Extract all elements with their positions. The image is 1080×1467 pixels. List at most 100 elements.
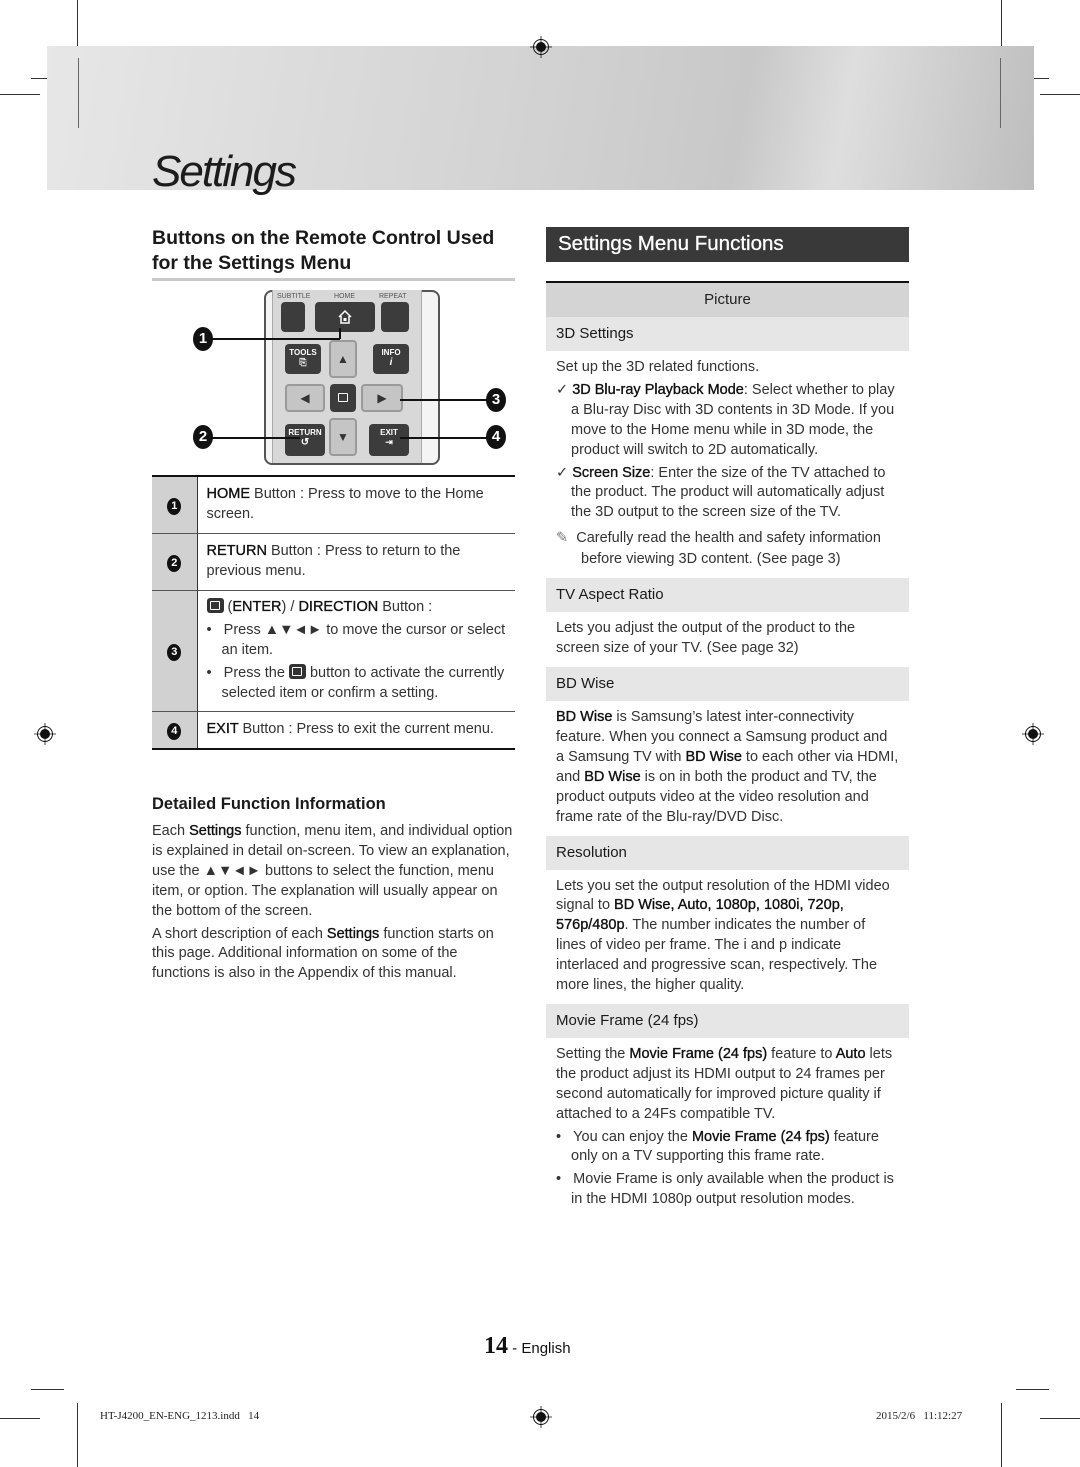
repeat-button[interactable] (381, 302, 409, 332)
bold-text: Screen Size (572, 464, 651, 481)
bullet-item: • Movie Frame is only available when the… (556, 1171, 894, 1208)
left-button[interactable]: ◀ (285, 384, 325, 412)
down-button[interactable]: ▼ (329, 418, 357, 456)
detail-heading: Detailed Function Information (152, 795, 386, 813)
enter-icon (335, 390, 352, 405)
crop-mark (31, 1389, 64, 1390)
bullet-item: • Press ▲▼◄► to move the cursor or selec… (206, 622, 506, 658)
check-icon: ✓ (556, 464, 573, 481)
crop-mark (1040, 1418, 1080, 1419)
info-icon: i (389, 357, 393, 368)
section-header-resolution: Resolution (546, 835, 909, 870)
check-item: ✓ Screen Size: Enter the size of the TV … (556, 464, 899, 524)
return-label: RETURN (288, 428, 322, 437)
check-item: ✓ 3D Blu-ray Playback Mode: Select wheth… (556, 381, 899, 461)
paragraph: A short description of each Settings fun… (152, 925, 515, 985)
section-header-movie-frame: Movie Frame (24 fps) (546, 1003, 909, 1038)
crop-mark (1000, 58, 1001, 128)
intro-text: Set up the 3D related functions. (556, 359, 760, 375)
page-language: English (521, 1340, 571, 1357)
home-label: HOME (334, 293, 355, 300)
enter-icon (288, 664, 306, 679)
number-badge: 4 (167, 723, 182, 740)
bullet-item: • Press the button to activate the curre… (206, 664, 505, 701)
bullet-text: Press ▲▼◄► to move the cursor or select … (221, 622, 506, 658)
heading-rule (152, 278, 515, 281)
return-button[interactable]: RETURN ↺ (285, 424, 325, 456)
table-row: 4 EXIT Button : Press to exit the curren… (152, 711, 515, 749)
enter-button[interactable] (330, 384, 356, 412)
text: feature to (767, 1045, 836, 1062)
subtitle-button[interactable] (281, 302, 305, 332)
registration-mark-icon (530, 1406, 552, 1428)
section-header-bd-wise: BD Wise (546, 667, 909, 702)
callout-leader (400, 437, 490, 439)
remote-control-illustration: SUBTITLE HOME REPEAT TOOLS ⎘ INFO i ▲ ◀ ▶ … (264, 290, 440, 465)
bold-text: BD Wise (584, 768, 641, 785)
row-description: HOME Button : Press to move to the Home … (197, 476, 515, 534)
crop-mark (1016, 1389, 1049, 1390)
up-button[interactable]: ▲ (329, 340, 357, 378)
table-row: 3 (ENTER) / DIRECTION Button : • Press ▲… (152, 590, 515, 712)
home-icon (338, 309, 352, 324)
info-label: INFO (381, 348, 401, 357)
text: A short description of each (152, 925, 327, 942)
callout-leader (205, 437, 300, 439)
callout-leader (339, 328, 341, 339)
crop-mark (78, 58, 79, 128)
registration-mark-icon (530, 36, 552, 58)
info-button[interactable]: INFO i (373, 344, 409, 374)
row-number: 2 (152, 533, 198, 591)
bold-text: Auto (835, 1045, 866, 1062)
home-button[interactable] (315, 302, 375, 332)
callout-4: 4 (486, 425, 506, 449)
page-title: Settings (152, 147, 297, 196)
bold-text: Movie Frame (24 fps) (629, 1045, 768, 1062)
section-header-3d-settings: 3D Settings (546, 317, 909, 351)
right-button[interactable]: ▶ (361, 384, 403, 412)
paragraph: Each Settings function, menu item, and i… (152, 822, 515, 922)
subtitle-label: SUBTITLE (277, 293, 311, 300)
crop-mark (0, 94, 40, 95)
page-number: 14 - English (484, 1333, 571, 1360)
crop-mark (1001, 1403, 1002, 1467)
text: Each (152, 823, 190, 839)
callout-2: 2 (193, 425, 213, 449)
section-body-tv-aspect-ratio: Lets you adjust the output of the produc… (556, 620, 856, 657)
repeat-label: REPEAT (379, 293, 407, 300)
exit-button[interactable]: EXIT ⇥ (369, 424, 409, 456)
return-icon: ↺ (300, 437, 310, 448)
footer-filename: HT-J4200_EN-ENG_1213.indd 14 (100, 1410, 260, 1422)
exit-icon: ⇥ (385, 437, 393, 447)
bold-text: 3D Blu-ray Playback Mode (572, 381, 744, 398)
callout-1: 1 (193, 327, 213, 351)
tools-button[interactable]: TOOLS ⎘ (285, 344, 321, 374)
row-number: 3 (152, 590, 198, 712)
bold-text: Settings (189, 823, 242, 839)
text: Setting the (556, 1045, 630, 1062)
bold-text: BD Wise (685, 748, 742, 765)
button-name: RETURN (206, 543, 267, 559)
section-body-bd-wise: BD Wise is Samsung’s latest inter-connec… (546, 701, 909, 835)
registration-mark-icon (1022, 723, 1044, 745)
row-description: (ENTER) / DIRECTION Button : • Press ▲▼◄… (197, 590, 515, 712)
text: Button : (378, 599, 433, 615)
settings-menu-functions-title: Settings Menu Functions (546, 227, 909, 262)
row-description: RETURN Button : Press to return to the p… (197, 533, 515, 591)
section-body-resolution: Lets you set the output resolution of th… (546, 870, 909, 1004)
button-name: HOME (206, 486, 250, 502)
crop-mark (1040, 94, 1080, 95)
exit-label: EXIT (380, 428, 398, 437)
page-number-value: 14 (484, 1333, 508, 1359)
detail-body: Each Settings function, menu item, and i… (152, 822, 515, 987)
number-badge: 3 (167, 644, 182, 661)
footer-datetime: 2015/2/6 11:12:27 (876, 1410, 963, 1422)
tools-label: TOOLS (289, 348, 317, 357)
enter-icon (206, 598, 224, 613)
text: You can enjoy the (573, 1128, 692, 1145)
tools-icon: ⎘ (299, 357, 307, 367)
bold-text: Settings (326, 925, 380, 942)
remote-buttons-heading: Buttons on the Remote Control Used for t… (152, 227, 495, 274)
table-row: 1 HOME Button : Press to move to the Hom… (152, 476, 515, 534)
bullet-item: • You can enjoy the Movie Frame (24 fps)… (556, 1128, 879, 1165)
